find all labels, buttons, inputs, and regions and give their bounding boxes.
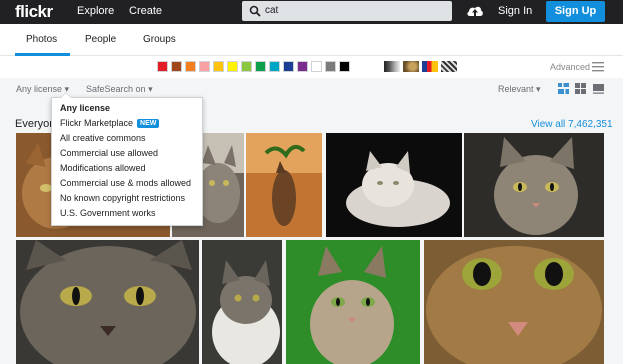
nav-explore[interactable]: Explore	[77, 5, 114, 17]
shallow-depth-filter[interactable]	[403, 61, 419, 72]
nav-create[interactable]: Create	[129, 5, 162, 17]
license-option-commercial-use[interactable]: Commercial use allowed	[60, 148, 158, 158]
new-badge: NEW	[137, 119, 160, 128]
tab-groups[interactable]: Groups	[143, 34, 176, 45]
color-swatch[interactable]	[255, 61, 266, 72]
flickr-logo[interactable]: flickr	[15, 2, 53, 22]
license-dropdown-menu: Any license Flickr Marketplace NEW All cr…	[51, 92, 203, 226]
license-option-us-government[interactable]: U.S. Government works	[60, 208, 156, 218]
color-swatch[interactable]	[185, 61, 196, 72]
photo-tile[interactable]	[464, 133, 604, 237]
cat-photo	[246, 133, 322, 237]
photo-tile[interactable]	[246, 133, 322, 237]
advanced-menu-icon[interactable]	[592, 61, 604, 72]
chevron-down-icon: ▾	[536, 84, 541, 94]
license-option-commercial-and-mods[interactable]: Commercial use & mods allowed	[60, 178, 191, 188]
license-option-all-creative-commons[interactable]: All creative commons	[60, 133, 146, 143]
grid-view-icon[interactable]	[575, 83, 586, 94]
color-swatch[interactable]	[171, 61, 182, 72]
tab-photos[interactable]: Photos	[26, 34, 57, 45]
color-swatch[interactable]	[199, 61, 210, 72]
sort-dropdown[interactable]: Relevant ▾	[498, 84, 541, 95]
photo-tile[interactable]	[16, 240, 199, 364]
sign-in-link[interactable]: Sign In	[498, 5, 532, 17]
color-swatch[interactable]	[339, 61, 350, 72]
color-swatch[interactable]	[241, 61, 252, 72]
photo-tile[interactable]	[286, 240, 420, 364]
color-swatch[interactable]	[227, 61, 238, 72]
photo-tile[interactable]	[202, 240, 282, 364]
photo-tile[interactable]	[424, 240, 604, 364]
color-swatch[interactable]	[311, 61, 322, 72]
top-navigation-bar: flickr Explore Create cat Sign In Sign U…	[0, 0, 623, 24]
license-option-any[interactable]: Any license	[60, 103, 110, 113]
cat-photo	[326, 133, 462, 237]
search-query-text[interactable]: cat	[265, 5, 278, 16]
color-swatch[interactable]	[213, 61, 224, 72]
patterns-filter[interactable]	[441, 61, 457, 72]
cat-photo	[424, 240, 604, 364]
sign-up-button[interactable]: Sign Up	[546, 1, 605, 22]
view-all-link[interactable]: View all 7,462,351	[531, 119, 613, 130]
search-input[interactable]: cat	[242, 1, 452, 21]
license-option-no-known-copyright[interactable]: No known copyright restrictions	[60, 193, 185, 203]
advanced-link[interactable]: Advanced	[550, 62, 590, 72]
color-swatch[interactable]	[297, 61, 308, 72]
justified-view-icon[interactable]	[558, 83, 569, 94]
color-swatch[interactable]	[157, 61, 168, 72]
chevron-down-icon: ▾	[148, 84, 153, 94]
color-filter-row: Advanced	[0, 56, 623, 78]
safesearch-dropdown[interactable]: SafeSearch on ▾	[86, 84, 153, 95]
black-and-white-filter[interactable]	[384, 61, 400, 72]
search-type-tabs: Photos People Groups	[0, 24, 623, 56]
upload-cloud-icon[interactable]	[466, 3, 484, 19]
license-option-flickr-marketplace[interactable]: Flickr Marketplace NEW	[60, 118, 160, 128]
cat-photo	[202, 240, 282, 364]
minimalist-filter[interactable]	[422, 61, 438, 72]
single-view-icon[interactable]	[593, 83, 604, 94]
cat-photo	[16, 240, 199, 364]
color-swatch[interactable]	[325, 61, 336, 72]
cat-photo	[286, 240, 420, 364]
tab-people[interactable]: People	[85, 34, 116, 45]
color-swatch[interactable]	[283, 61, 294, 72]
color-swatch[interactable]	[269, 61, 280, 72]
cat-photo	[464, 133, 604, 237]
photo-tile[interactable]	[326, 133, 462, 237]
license-option-modifications[interactable]: Modifications allowed	[60, 163, 146, 173]
search-icon[interactable]	[249, 5, 261, 17]
